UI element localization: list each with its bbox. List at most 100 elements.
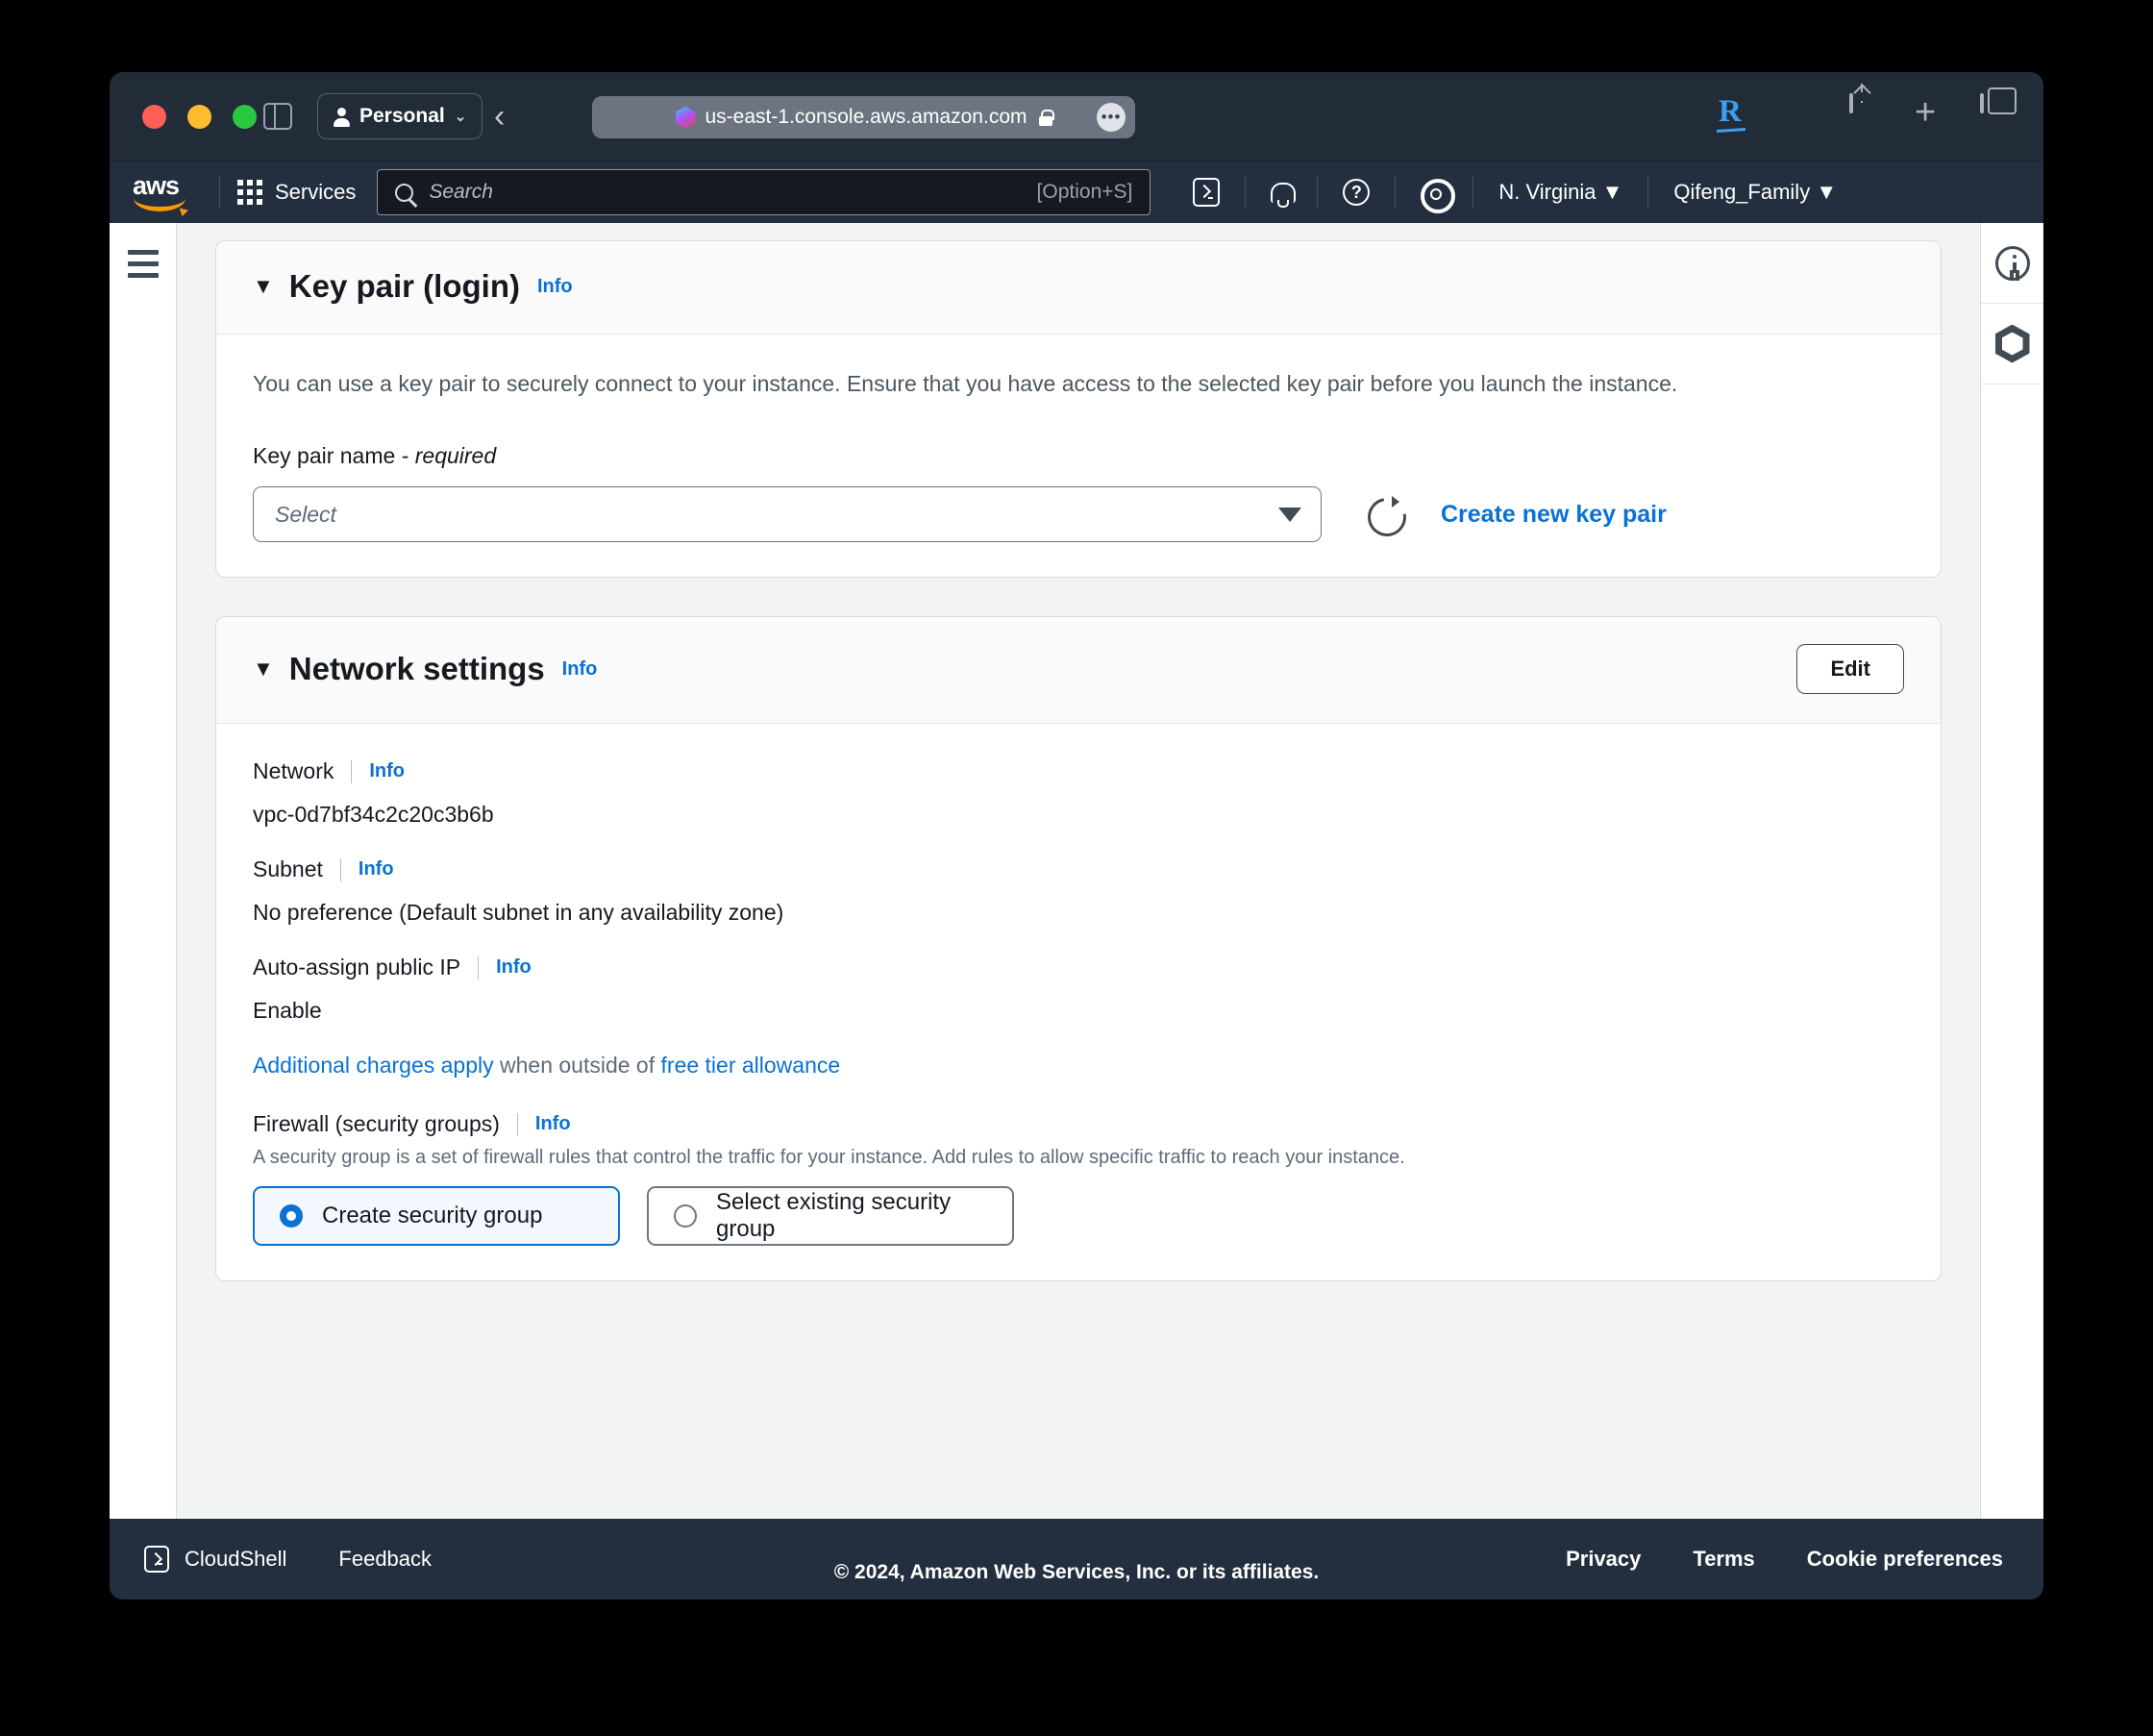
divider: [339, 857, 341, 881]
cloudshell-button[interactable]: [1168, 178, 1245, 207]
reader-extension-icon[interactable]: R: [1719, 95, 1751, 136]
subnet-info-link[interactable]: Info: [359, 858, 394, 880]
left-navigation-rail: [110, 223, 177, 1519]
shortcuts-panel-button[interactable]: [1981, 304, 2043, 384]
account-menu[interactable]: Qifeng_Family ▼: [1648, 180, 1862, 205]
create-security-group-label: Create security group: [322, 1203, 543, 1229]
key-pair-title: Key pair (login): [288, 268, 520, 304]
browser-actions: R +: [1719, 92, 2013, 136]
hexagon-icon: [1994, 324, 2030, 363]
search-placeholder: Search: [429, 181, 493, 203]
help-button[interactable]: ?: [1318, 179, 1395, 206]
refresh-icon[interactable]: [1368, 496, 1400, 531]
bell-icon: [1271, 179, 1297, 208]
address-bar[interactable]: us-east-1.console.aws.amazon.com •••: [592, 96, 1135, 138]
tab-overview-icon[interactable]: [1980, 93, 2013, 136]
key-pair-card-body: You can use a key pair to securely conne…: [216, 335, 1941, 577]
auto-assign-ip-value: Enable: [253, 998, 322, 1024]
info-panel-button[interactable]: [1981, 223, 2043, 304]
edit-button[interactable]: Edit: [1796, 644, 1904, 695]
search-icon: [395, 183, 414, 202]
create-new-key-pair-link[interactable]: Create new key pair: [1441, 501, 1667, 529]
radio-selected-icon: [280, 1204, 303, 1228]
back-button[interactable]: ‹: [494, 100, 505, 133]
divider: [219, 176, 220, 209]
main-content: ▼ Key pair (login) Info You can use a ke…: [177, 223, 1980, 1519]
chevron-down-icon: ▼: [1816, 180, 1838, 204]
profile-label: Personal: [359, 105, 445, 127]
share-icon[interactable]: [1849, 92, 1882, 136]
settings-button[interactable]: [1396, 179, 1472, 213]
key-pair-name-label: Key pair name - required: [253, 443, 497, 469]
aws-smile-icon: [134, 198, 186, 211]
new-tab-icon[interactable]: +: [1915, 94, 1947, 136]
page-settings-button[interactable]: •••: [1097, 103, 1126, 132]
additional-charges-note: Additional charges apply when outside of…: [253, 1053, 1904, 1079]
chevron-down-icon: [1278, 507, 1301, 522]
profile-switcher-button[interactable]: Personal ⌄: [317, 93, 483, 139]
page-body: ▼ Key pair (login) Info You can use a ke…: [110, 223, 2043, 1519]
network-label-row: Network Info: [253, 758, 1904, 784]
key-pair-card-header: ▼ Key pair (login) Info: [216, 241, 1941, 335]
firewall-field: Firewall (security groups) Info A securi…: [253, 1111, 1904, 1247]
key-pair-info-link[interactable]: Info: [537, 276, 573, 298]
hamburger-menu-icon[interactable]: [127, 250, 159, 1519]
screen: Personal ⌄ ‹ us-east-1.console.aws.amazo…: [0, 0, 2153, 1736]
firewall-label: Firewall (security groups): [253, 1111, 500, 1137]
window-traffic-lights: [142, 105, 257, 129]
site-favicon-icon: [675, 106, 696, 129]
sidebar-toggle-icon[interactable]: [263, 103, 292, 130]
question-mark-icon: ?: [1343, 179, 1371, 206]
chevron-down-icon: ▼: [1601, 180, 1623, 204]
additional-charges-link[interactable]: Additional charges apply: [253, 1053, 494, 1078]
network-settings-card-header: ▼ Network settings Info Edit: [216, 617, 1941, 725]
services-label: Services: [275, 180, 357, 204]
firewall-info-link[interactable]: Info: [535, 1113, 571, 1135]
key-pair-select-row: Select Create new key pair: [253, 486, 1904, 543]
free-tier-allowance-link[interactable]: free tier allowance: [661, 1053, 841, 1078]
aws-top-navigation: aws Services Search [Option+S] ? N. Virg…: [110, 161, 2043, 223]
key-pair-description: You can use a key pair to securely conne…: [253, 371, 1678, 396]
divider: [516, 1112, 518, 1136]
network-settings-info-link[interactable]: Info: [562, 658, 598, 681]
key-pair-card: ▼ Key pair (login) Info You can use a ke…: [215, 240, 1942, 579]
key-pair-name-select[interactable]: Select: [253, 486, 1322, 543]
collapse-caret-icon[interactable]: ▼: [253, 658, 274, 680]
browser-window: Personal ⌄ ‹ us-east-1.console.aws.amazo…: [110, 72, 2043, 1600]
divider: [351, 759, 353, 783]
close-window-button[interactable]: [142, 105, 166, 129]
network-settings-card-body: Network Info vpc-0d7bf34c2c20c3b6b Subne…: [216, 724, 1941, 1280]
download-shield-icon[interactable]: [1784, 95, 1817, 136]
auto-assign-ip-field: Auto-assign public IP Info Enable: [253, 955, 1904, 1024]
chevron-down-icon: ⌄: [454, 109, 467, 125]
select-existing-security-group-label: Select existing security group: [716, 1189, 952, 1243]
region-selector[interactable]: N. Virginia ▼: [1473, 180, 1647, 205]
nav-icon-group: ? N. Virginia ▼ Qifeng_Family ▼: [1168, 176, 1862, 213]
firewall-label-row: Firewall (security groups) Info: [253, 1111, 1904, 1137]
gear-icon: [1421, 179, 1456, 213]
collapse-caret-icon[interactable]: ▼: [253, 276, 274, 297]
subnet-field: Subnet Info No preference (Default subne…: [253, 856, 1904, 926]
network-info-link[interactable]: Info: [369, 760, 405, 782]
aws-logo[interactable]: aws: [133, 172, 202, 211]
network-value: vpc-0d7bf34c2c20c3b6b: [253, 802, 494, 828]
auto-assign-ip-info-link[interactable]: Info: [496, 956, 532, 979]
radio-unselected-icon: [674, 1204, 697, 1228]
subnet-value: No preference (Default subnet in any ava…: [253, 900, 784, 926]
person-icon: [334, 107, 350, 127]
subnet-label-row: Subnet Info: [253, 856, 1904, 882]
minimize-window-button[interactable]: [187, 105, 211, 129]
global-search-input[interactable]: Search [Option+S]: [377, 169, 1151, 215]
charges-middle-text: when outside of: [493, 1053, 661, 1079]
copyright-text: © 2024, Amazon Web Services, Inc. or its…: [833, 1561, 1320, 1583]
maximize-window-button[interactable]: [233, 105, 257, 129]
select-existing-security-group-option[interactable]: Select existing security group: [647, 1186, 1014, 1247]
url-text: us-east-1.console.aws.amazon.com: [705, 106, 1027, 128]
terminal-icon: [1193, 178, 1221, 207]
firewall-description: A security group is a set of firewall ru…: [253, 1147, 1405, 1169]
notifications-button[interactable]: [1246, 179, 1317, 208]
services-menu-button[interactable]: Services: [237, 180, 356, 205]
grid-icon: [237, 180, 262, 205]
lock-icon: [1038, 109, 1054, 126]
create-security-group-option[interactable]: Create security group: [253, 1186, 620, 1247]
